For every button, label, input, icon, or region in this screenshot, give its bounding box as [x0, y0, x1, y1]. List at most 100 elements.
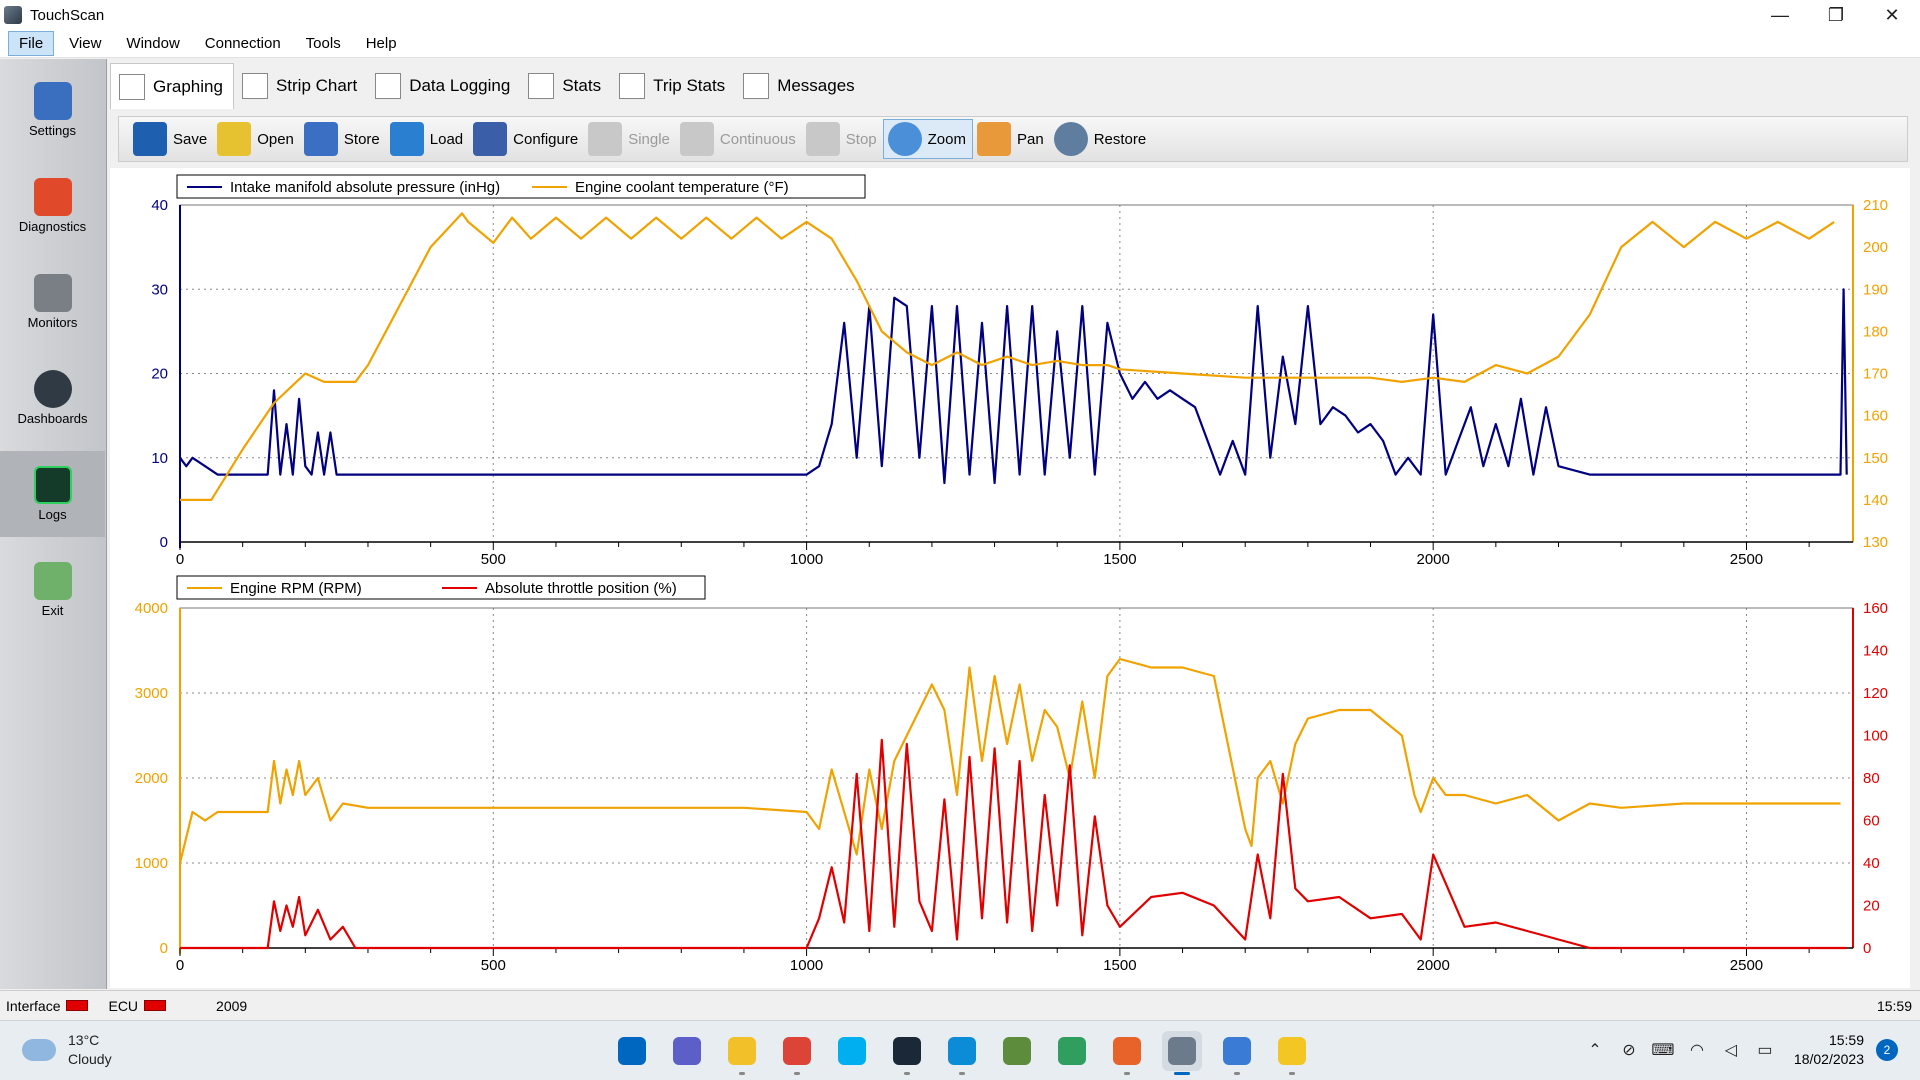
nav-exit[interactable]: Exit — [0, 547, 105, 633]
menu-window[interactable]: Window — [116, 32, 189, 55]
window-controls: — ❐ ✕ — [1752, 0, 1920, 30]
nav-label: Exit — [41, 603, 64, 618]
sticky-icon — [1278, 1037, 1306, 1065]
load-button[interactable]: Load — [386, 119, 469, 159]
chevron-up-icon[interactable]: ⌃ — [1584, 1039, 1606, 1061]
status-bar: Interface ECU 2009 15:59 — [0, 990, 1920, 1020]
graph-area[interactable]: 0 500 1000 1500 2000 2500 0 10 20 30 40 130 140 150 16… — [110, 168, 1910, 988]
y-right-tick-label: 200 — [1863, 239, 1888, 256]
skype-icon — [838, 1037, 866, 1065]
network-error-icon[interactable]: ⊘ — [1618, 1039, 1640, 1061]
menu-view[interactable]: View — [59, 32, 111, 55]
menu-help[interactable]: Help — [356, 32, 407, 55]
open-button[interactable]: Open — [213, 119, 300, 159]
taskbar-app-touchscan[interactable] — [1162, 1031, 1202, 1075]
status-time: 15:59 — [1876, 997, 1912, 1014]
taskbar-app-app-orange[interactable] — [1107, 1031, 1147, 1075]
tab-trip-stats[interactable]: Trip Stats — [611, 64, 735, 108]
tab-stats[interactable]: Stats — [520, 64, 611, 108]
configure-button[interactable]: Configure — [469, 119, 584, 159]
restore-icon — [1053, 122, 1088, 156]
taskbar-app-steam[interactable] — [887, 1031, 927, 1075]
nav-monitors[interactable]: Monitors — [0, 259, 105, 345]
zoom-icon — [887, 122, 922, 156]
wifi-icon[interactable]: ◠ — [1686, 1039, 1708, 1061]
charts-svg[interactable]: 0 500 1000 1500 2000 250001020304013014015016… — [110, 168, 1910, 988]
x-tick-label: 500 — [481, 957, 506, 974]
graph-icon — [119, 73, 145, 100]
x-tick-label: 0 — [176, 957, 184, 974]
taskbar-app-explorer[interactable] — [722, 1031, 762, 1075]
y-right-tick-label: 160 — [1863, 408, 1888, 425]
restore-button[interactable]: ❐ — [1808, 0, 1864, 30]
keyboard-icon[interactable]: ⌨ — [1651, 1039, 1674, 1061]
nav-diagnostics[interactable]: Diagnostics — [0, 163, 105, 249]
continuous-button[interactable]: Continuous — [676, 119, 802, 159]
volume-icon[interactable]: ◁ — [1720, 1039, 1742, 1061]
single-icon — [588, 122, 623, 156]
tool-label: Continuous — [719, 130, 796, 148]
taskbar-app-start[interactable] — [612, 1031, 652, 1071]
continuous-icon — [679, 122, 714, 156]
minimize-button[interactable]: — — [1752, 0, 1808, 30]
left-navigation: Settings Diagnostics Monitors Dashboards… — [0, 59, 107, 989]
nav-dashboards[interactable]: Dashboards — [0, 355, 105, 441]
taskbar-app-teams[interactable] — [667, 1031, 707, 1071]
weather-widget[interactable]: 13°C Cloudy — [22, 1031, 112, 1069]
taskbar-app-sticky[interactable] — [1272, 1031, 1312, 1075]
menu-tools[interactable]: Tools — [296, 32, 351, 55]
series-line-secondary — [180, 212, 1835, 501]
taskbar-app-minecraft[interactable] — [997, 1031, 1037, 1071]
cloud-icon — [22, 1039, 56, 1061]
store-button[interactable]: Store — [300, 119, 386, 159]
notification-badge[interactable]: 2 — [1876, 1039, 1898, 1061]
zoom-button[interactable]: Zoom — [882, 119, 973, 159]
taskbar-app-edge-dev[interactable] — [1052, 1031, 1092, 1071]
tab-data-logging[interactable]: Data Logging — [367, 64, 520, 108]
running-indicator — [904, 1072, 910, 1075]
running-indicator — [959, 1072, 965, 1075]
pan-button[interactable]: Pan — [973, 119, 1050, 159]
dashboard-icon — [33, 370, 72, 408]
configure-icon — [473, 122, 508, 156]
battery-icon[interactable]: ▭ — [1754, 1039, 1776, 1061]
menu-connection[interactable]: Connection — [195, 32, 291, 55]
y-left-tick-label: 20 — [151, 366, 168, 383]
taskbar-app-edge[interactable] — [942, 1031, 982, 1075]
y-right-tick-label: 190 — [1863, 281, 1888, 298]
tab-label: Stats — [562, 76, 602, 95]
close-button[interactable]: ✕ — [1864, 0, 1920, 30]
car-icon — [33, 178, 72, 216]
system-tray: ⌃ ⊘ ⌨ ◠ ◁ ▭ 15:59 18/02/2023 2 — [1584, 1031, 1898, 1069]
nav-settings[interactable]: Settings — [0, 67, 105, 153]
nav-logs[interactable]: Logs — [0, 451, 105, 537]
x-tick-label: 2500 — [1730, 551, 1763, 568]
tab-messages[interactable]: Messages — [735, 64, 864, 108]
x-tick-label: 2500 — [1730, 957, 1763, 974]
menu-file[interactable]: File — [8, 31, 55, 56]
x-tick-label: 2000 — [1416, 957, 1449, 974]
database-icon — [375, 73, 402, 99]
stop-button[interactable]: Stop — [802, 119, 883, 159]
taskbar-app-chrome[interactable] — [777, 1031, 817, 1075]
series-line-primary — [178, 657, 1841, 864]
tab-strip-chart[interactable]: Strip Chart — [234, 64, 367, 108]
y-left-tick-label: 40 — [151, 197, 168, 214]
menu-bar: File View Window Connection Tools Help — [0, 30, 1920, 58]
ecu-label: ECU — [108, 997, 139, 1014]
legend-label: Absolute throttle position (%) — [485, 580, 677, 597]
tab-graphing[interactable]: Graphing — [110, 63, 234, 109]
y-left-tick-label: 4000 — [135, 600, 168, 617]
restore-zoom-button[interactable]: Restore — [1050, 119, 1153, 159]
edge-dev-icon — [1058, 1037, 1086, 1065]
y-right-tick-label: 40 — [1863, 855, 1880, 872]
taskbar-app-skype[interactable] — [832, 1031, 872, 1071]
y-right-tick-label: 180 — [1863, 323, 1888, 340]
nav-label: Diagnostics — [18, 219, 87, 234]
clock[interactable]: 15:59 18/02/2023 — [1794, 1031, 1864, 1069]
single-button[interactable]: Single — [584, 119, 676, 159]
taskbar-app-notepad[interactable] — [1217, 1031, 1257, 1075]
y-right-tick-label: 80 — [1863, 770, 1880, 787]
edge-icon — [948, 1037, 976, 1065]
save-button[interactable]: Save — [129, 119, 213, 159]
